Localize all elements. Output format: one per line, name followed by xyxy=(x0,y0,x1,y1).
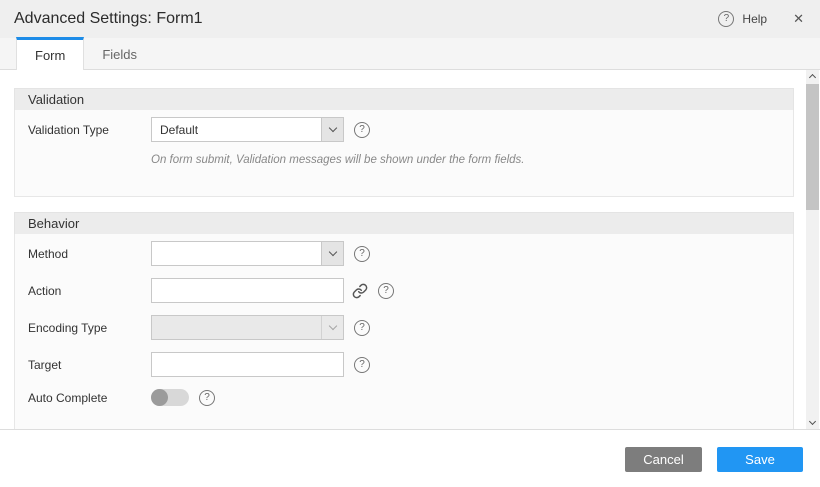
action-help-icon[interactable]: ? xyxy=(378,283,394,299)
validation-type-help-icon[interactable]: ? xyxy=(354,122,370,138)
save-button[interactable]: Save xyxy=(717,447,803,472)
action-label: Action xyxy=(28,284,151,298)
section-validation-title: Validation xyxy=(14,88,794,110)
section-validation: Validation Validation Type Default ? On … xyxy=(14,88,794,197)
target-label: Target xyxy=(28,358,151,372)
validation-type-label: Validation Type xyxy=(28,123,151,137)
encoding-type-help-icon[interactable]: ? xyxy=(354,320,370,336)
section-behavior: Behavior Method ? Action xyxy=(14,212,794,429)
auto-complete-label: Auto Complete xyxy=(28,391,151,405)
scroll-up-icon[interactable] xyxy=(806,70,819,83)
chevron-down-icon[interactable] xyxy=(321,242,343,265)
tab-fields[interactable]: Fields xyxy=(84,37,155,69)
validation-type-value: Default xyxy=(152,123,321,137)
validation-type-select[interactable]: Default xyxy=(151,117,344,142)
scroll-down-icon[interactable] xyxy=(806,416,819,429)
link-icon[interactable] xyxy=(352,283,368,299)
method-select[interactable] xyxy=(151,241,344,266)
vertical-scrollbar[interactable] xyxy=(806,70,819,429)
section-behavior-title: Behavior xyxy=(14,212,794,234)
encoding-type-select-disabled xyxy=(151,315,344,340)
target-input[interactable] xyxy=(151,352,344,377)
encoding-type-label: Encoding Type xyxy=(28,321,151,335)
dialog-footer: Cancel Save xyxy=(0,429,820,487)
chevron-down-icon xyxy=(321,316,343,339)
dialog-titlebar: Advanced Settings: Form1 ? Help ✕ xyxy=(0,0,820,38)
auto-complete-help-icon[interactable]: ? xyxy=(199,390,215,406)
method-help-icon[interactable]: ? xyxy=(354,246,370,262)
help-icon[interactable]: ? xyxy=(718,11,734,27)
tab-form[interactable]: Form xyxy=(16,37,84,70)
chevron-down-icon[interactable] xyxy=(321,118,343,141)
tab-strip: Form Fields xyxy=(0,38,820,70)
close-icon[interactable]: ✕ xyxy=(793,11,804,27)
action-input[interactable] xyxy=(151,278,344,303)
dialog-content: Validation Validation Type Default ? On … xyxy=(0,70,820,429)
auto-complete-toggle[interactable] xyxy=(151,389,189,406)
advanced-settings-dialog: Advanced Settings: Form1 ? Help ✕ Form F… xyxy=(0,0,820,487)
scrollbar-track[interactable] xyxy=(806,83,819,416)
scrollbar-thumb[interactable] xyxy=(806,84,819,210)
cancel-button[interactable]: Cancel xyxy=(625,447,702,472)
dialog-title: Advanced Settings: Form1 xyxy=(14,10,203,28)
help-link[interactable]: Help xyxy=(742,12,767,26)
validation-type-hint: On form submit, Validation messages will… xyxy=(151,154,793,166)
method-label: Method xyxy=(28,247,151,261)
toggle-knob xyxy=(151,389,168,406)
target-help-icon[interactable]: ? xyxy=(354,357,370,373)
